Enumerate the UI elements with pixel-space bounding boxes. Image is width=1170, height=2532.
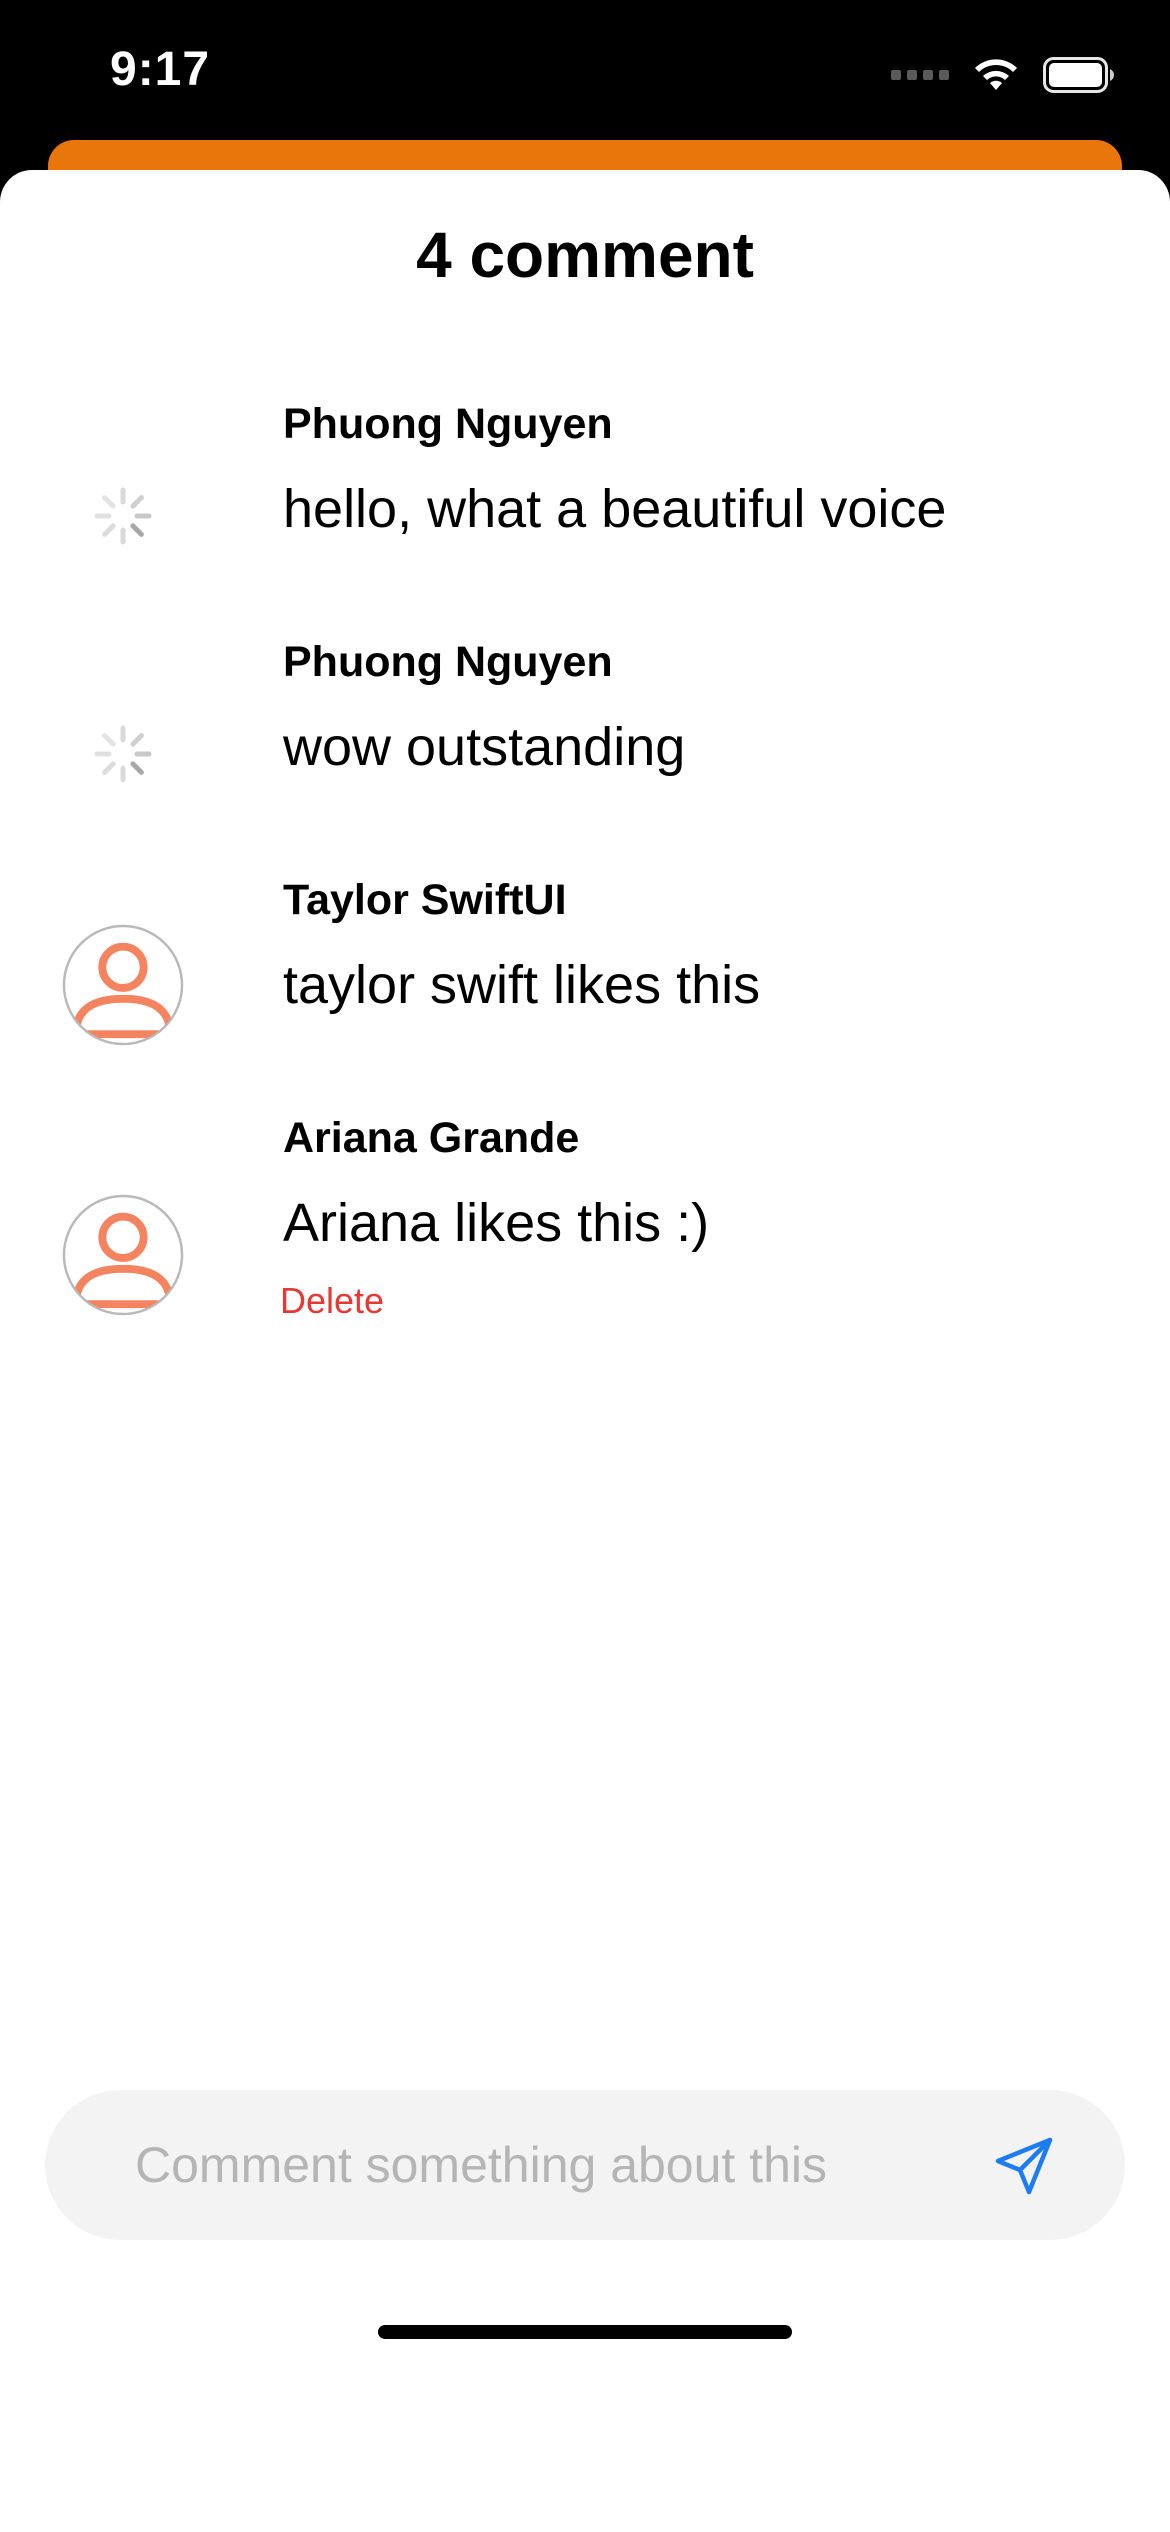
send-icon[interactable] [993,2135,1055,2197]
sheet-title: 4 comment [416,219,754,291]
comment-item: Phuong Nguyen wow outstanding [0,638,1170,858]
comment-text: Ariana likes this :) [283,1193,710,1253]
comment-author: Ariana Grande [283,1114,580,1162]
comment-author: Phuong Nguyen [283,400,613,448]
status-time: 9:17 [110,43,211,96]
delete-comment-button[interactable]: Delete [280,1280,384,1322]
comment-author: Taylor SwiftUI [283,876,567,924]
status-icons [891,50,1115,100]
comment-input[interactable] [135,2090,955,2240]
signal-dots-icon [891,70,949,80]
screen: 9:17 4 comment Phuong Nguyen hello, what… [0,0,1170,2532]
comment-item: Ariana Grande Ariana likes this :) Delet… [0,1114,1170,1334]
loading-spinner-icon [62,693,184,815]
comment-text: hello, what a beautiful voice [283,479,947,539]
comment-item: Phuong Nguyen hello, what a beautiful vo… [0,400,1170,620]
comment-item: Taylor SwiftUI taylor swift likes this [0,876,1170,1096]
comment-composer [45,2090,1125,2240]
battery-icon [1043,57,1114,93]
wifi-icon [975,59,1017,90]
comment-text: taylor swift likes this [283,955,761,1015]
home-indicator [378,2325,792,2339]
comment-author: Phuong Nguyen [283,638,613,686]
user-avatar-icon[interactable] [62,1194,184,1316]
status-bar: 9:17 [0,0,1170,140]
loading-spinner-icon [62,455,184,577]
comment-text: wow outstanding [283,717,686,777]
user-avatar-icon[interactable] [62,924,184,1046]
